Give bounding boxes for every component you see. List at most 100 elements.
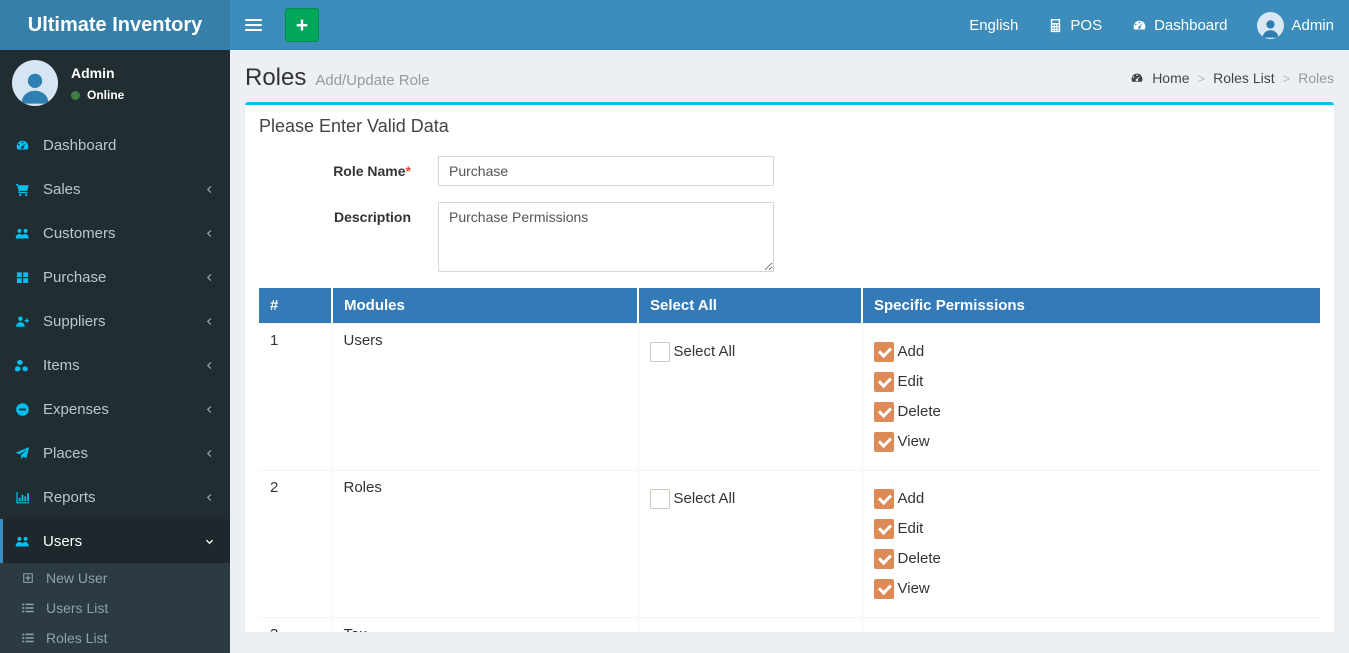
row-number: 1: [259, 323, 332, 470]
breadcrumb-separator: >: [1198, 71, 1206, 86]
row-number: 2: [259, 470, 332, 617]
select-all-checkbox[interactable]: [650, 489, 670, 509]
table-row: 2 Roles Select All Add Edit: [259, 470, 1320, 617]
chevron-down-icon: [204, 536, 215, 547]
sidebar-item-new-user[interactable]: New User: [0, 563, 230, 593]
column-header-modules: Modules: [332, 288, 638, 323]
nav-pos-label: POS: [1070, 17, 1102, 34]
bar-chart-icon: [15, 490, 33, 505]
list-icon: [21, 601, 38, 615]
role-form-panel: Please Enter Valid Data Role Name* Descr…: [245, 102, 1334, 632]
chevron-left-icon: [204, 360, 215, 371]
sidebar-item-places[interactable]: Places: [0, 431, 230, 475]
sidebar-user-status: Online: [87, 88, 124, 102]
sidebar-item-label: Expenses: [43, 401, 109, 418]
nav-user-label: Admin: [1291, 17, 1334, 34]
quick-add-button[interactable]: +: [285, 8, 319, 42]
breadcrumb-separator: >: [1283, 71, 1291, 86]
plus-square-icon: [21, 571, 38, 585]
permissions-table: # Modules Select All Specific Permission…: [259, 288, 1320, 632]
sidebar-item-label: Users: [43, 533, 82, 550]
sidebar-item-sales[interactable]: Sales: [0, 167, 230, 211]
sidebar-item-reports[interactable]: Reports: [0, 475, 230, 519]
permission-checkbox-edit[interactable]: [874, 372, 894, 392]
description-label: Description: [259, 202, 411, 272]
permission-checkbox-delete[interactable]: [874, 549, 894, 569]
nav-dashboard-label: Dashboard: [1154, 17, 1227, 34]
permission-checkbox-view[interactable]: [874, 432, 894, 452]
sidebar-item-label: Places: [43, 445, 88, 462]
users-icon: [15, 534, 33, 549]
sidebar-item-items[interactable]: Items: [0, 343, 230, 387]
sidebar-item-label: Dashboard: [43, 137, 116, 154]
nav-pos[interactable]: POS: [1033, 0, 1117, 50]
nav-language-label: English: [969, 17, 1018, 34]
permission-label: Add: [898, 343, 925, 360]
nav-dashboard[interactable]: Dashboard: [1117, 0, 1242, 50]
column-header-num: #: [259, 288, 332, 323]
hamburger-icon: [245, 19, 262, 21]
users-submenu: New User Users List Roles List: [0, 563, 230, 653]
permission-label: Edit: [898, 520, 924, 537]
sidebar-item-label: Purchase: [43, 269, 106, 286]
sidebar-avatar-icon: [12, 60, 58, 106]
sidebar-user-name: Admin: [71, 65, 124, 81]
sidebar-item-users-list[interactable]: Users List: [0, 593, 230, 623]
breadcrumb-home[interactable]: Home: [1152, 70, 1189, 86]
column-header-specific-permissions: Specific Permissions: [862, 288, 1320, 323]
select-all-label: Select All: [674, 343, 736, 360]
description-textarea[interactable]: Purchase Permissions: [438, 202, 774, 272]
sidebar-item-users[interactable]: Users: [0, 519, 230, 563]
role-name-input[interactable]: [438, 156, 774, 186]
permission-label: View: [898, 580, 930, 597]
sidebar-item-suppliers[interactable]: Suppliers: [0, 299, 230, 343]
paper-plane-icon: [15, 446, 33, 461]
page-title: Roles: [245, 64, 306, 92]
sidebar-item-customers[interactable]: Customers: [0, 211, 230, 255]
permission-checkbox-add[interactable]: [874, 342, 894, 362]
online-status-icon: [71, 91, 80, 100]
breadcrumb-current: Roles: [1298, 70, 1334, 86]
sidebar-item-purchase[interactable]: Purchase: [0, 255, 230, 299]
permission-label: Add: [898, 490, 925, 507]
grid-icon: [15, 270, 33, 285]
role-name-label: Role Name*: [259, 156, 411, 186]
select-all-checkbox[interactable]: [650, 342, 670, 362]
permission-label: Delete: [898, 550, 941, 567]
chevron-left-icon: [204, 272, 215, 283]
sidebar-item-expenses[interactable]: Expenses: [0, 387, 230, 431]
select-all-label: Select All: [674, 490, 736, 507]
permission-label: View: [898, 433, 930, 450]
row-number: 3: [259, 617, 332, 632]
chevron-left-icon: [204, 448, 215, 459]
sidebar-item-label: Suppliers: [43, 313, 106, 330]
chevron-left-icon: [204, 316, 215, 327]
submenu-item-label: Users List: [46, 600, 108, 616]
permission-checkbox-view[interactable]: [874, 579, 894, 599]
home-dashboard-icon: [1130, 71, 1144, 85]
user-avatar-icon: [1257, 12, 1284, 39]
chevron-left-icon: [204, 184, 215, 195]
breadcrumb-roles-list[interactable]: Roles List: [1213, 70, 1274, 86]
app-logo[interactable]: Ultimate Inventory: [0, 0, 230, 50]
permission-checkbox-edit[interactable]: [874, 519, 894, 539]
chevron-left-icon: [204, 404, 215, 415]
module-name: Users: [332, 323, 638, 470]
breadcrumb: Home > Roles List > Roles: [1130, 70, 1334, 86]
permission-label: Edit: [898, 373, 924, 390]
sidebar-item-label: Reports: [43, 489, 96, 506]
permission-checkbox-add[interactable]: [874, 489, 894, 509]
content-area: Roles Add/Update Role Home > Roles List …: [230, 50, 1349, 632]
page-subtitle: Add/Update Role: [315, 72, 429, 89]
users-icon: [15, 226, 33, 241]
submenu-item-label: New User: [46, 570, 107, 586]
sidebar-toggle-button[interactable]: [230, 0, 276, 50]
nav-user-menu[interactable]: Admin: [1242, 0, 1349, 50]
nav-language[interactable]: English: [954, 0, 1033, 50]
permission-checkbox-delete[interactable]: [874, 402, 894, 422]
panel-title: Please Enter Valid Data: [245, 105, 1334, 146]
chevron-left-icon: [204, 228, 215, 239]
sidebar-item-dashboard[interactable]: Dashboard: [0, 123, 230, 167]
sidebar-item-roles-list[interactable]: Roles List: [0, 623, 230, 653]
dashboard-icon: [1132, 18, 1147, 33]
